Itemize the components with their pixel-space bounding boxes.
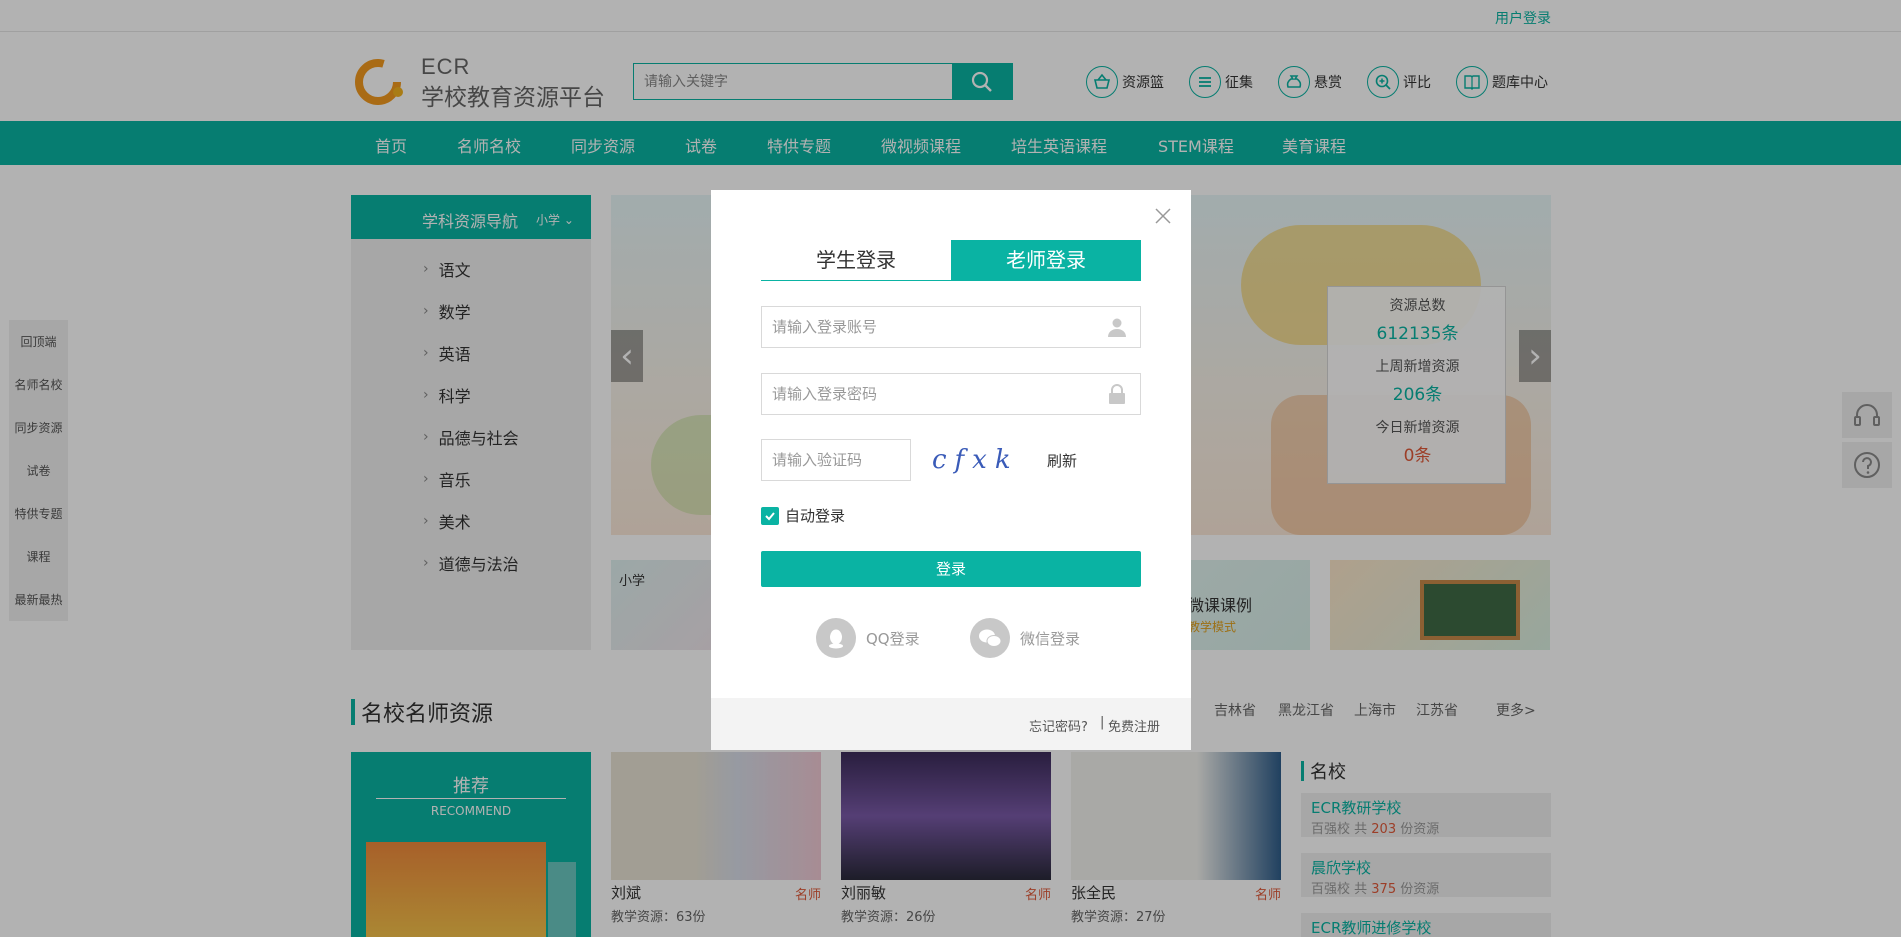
forgot-password-link[interactable]: 忘记密码? — [1029, 716, 1088, 735]
lock-icon — [1109, 384, 1125, 404]
password-field — [761, 373, 1141, 415]
password-input[interactable] — [762, 374, 1092, 414]
qq-icon — [816, 618, 856, 658]
account-field — [761, 306, 1141, 348]
wechat-login-button[interactable]: 微信登录 — [970, 618, 1080, 658]
user-icon — [1108, 318, 1126, 337]
close-button[interactable] — [1151, 204, 1175, 228]
login-button[interactable]: 登录 — [761, 551, 1141, 587]
tab-student-login[interactable]: 学生登录 — [761, 240, 951, 280]
register-link[interactable]: 免费注册 — [1108, 716, 1160, 735]
wechat-icon — [970, 618, 1010, 658]
wechat-login-label: 微信登录 — [1020, 629, 1081, 648]
modal-footer: 忘记密码? | 免费注册 — [711, 698, 1191, 750]
account-input[interactable] — [762, 307, 1092, 347]
auto-login-label: 自动登录 — [785, 507, 846, 525]
captcha-field — [761, 439, 911, 481]
login-modal: 学生登录 老师登录 cfxk 刷新 自动登录 登录 QQ登录 微信登录 忘记密码… — [711, 190, 1191, 750]
captcha-refresh-link[interactable]: 刷新 — [1047, 450, 1077, 471]
auto-login-checkbox[interactable]: 自动登录 — [761, 505, 845, 526]
login-tabs: 学生登录 老师登录 — [761, 240, 1141, 281]
captcha-image[interactable]: cfxk — [926, 440, 1026, 480]
tab-teacher-login[interactable]: 老师登录 — [951, 240, 1141, 281]
qq-login-button[interactable]: QQ登录 — [816, 618, 920, 658]
checkbox-checked-icon — [761, 506, 779, 525]
footer-separator: | — [1100, 715, 1105, 730]
close-icon — [1155, 208, 1171, 224]
qq-login-label: QQ登录 — [866, 629, 920, 648]
captcha-input[interactable] — [762, 440, 910, 480]
